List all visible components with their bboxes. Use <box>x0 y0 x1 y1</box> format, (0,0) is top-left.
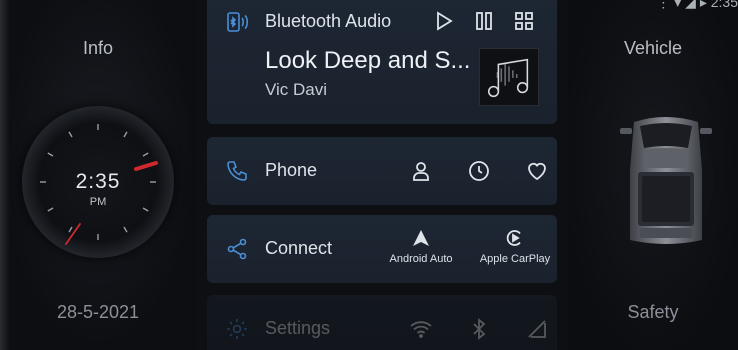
info-panel[interactable]: Info 2:35 PM 28-5-2021 <box>0 0 196 350</box>
no-signal-icon[interactable] <box>525 317 549 341</box>
status-bar: ⋮ ▾ ◢ ▸ 2:35 <box>656 0 738 10</box>
phone-title: Phone <box>265 160 318 180</box>
album-art-music-icon <box>479 48 539 106</box>
android-auto-icon <box>413 230 429 246</box>
apple-carplay-button[interactable]: Apple CarPlay <box>473 229 557 265</box>
apple-carplay-label: Apple CarPlay <box>479 253 551 265</box>
play-icon[interactable] <box>433 10 455 32</box>
song-artist: Vic Davi <box>265 80 328 99</box>
media-source-label: Bluetooth Audio <box>265 11 392 31</box>
bluetooth-icon[interactable] <box>467 317 491 341</box>
recent-calls-icon[interactable] <box>467 159 491 183</box>
settings-card[interactable]: Settings <box>207 295 557 350</box>
share-icon <box>227 238 247 260</box>
pause-icon[interactable] <box>473 10 495 32</box>
settings-title: Settings <box>265 318 331 338</box>
android-auto-label: Android Auto <box>389 253 453 265</box>
analog-clock: 2:35 PM <box>22 106 174 258</box>
favorites-icon[interactable] <box>525 159 549 183</box>
apple-carplay-icon <box>506 230 521 246</box>
phone-icon <box>227 161 247 181</box>
gear-icon <box>227 319 247 339</box>
song-title: Look Deep and S... <box>265 47 471 74</box>
phone-card[interactable]: Phone <box>207 137 557 205</box>
bluetooth-audio-icon <box>227 12 249 32</box>
vehicle-title: Vehicle <box>623 38 683 58</box>
media-card[interactable]: Bluetooth Audio Look Deep and S... Vic D… <box>207 0 557 124</box>
info-title: Info <box>82 38 114 58</box>
clock-time: 2:35 <box>75 170 121 193</box>
grid-icon[interactable] <box>513 10 535 32</box>
center-column: Bluetooth Audio Look Deep and S... Vic D… <box>196 0 568 350</box>
safety-label[interactable]: Safety <box>568 302 738 323</box>
contacts-icon[interactable] <box>409 159 433 183</box>
date-label: 28-5-2021 <box>56 302 140 322</box>
connect-title: Connect <box>265 238 333 258</box>
wifi-icon[interactable] <box>409 317 433 341</box>
vehicle-top-view-image <box>618 117 714 244</box>
android-auto-button[interactable]: Android Auto <box>379 229 463 265</box>
clock-ampm: PM <box>89 196 107 208</box>
connect-card[interactable]: Connect Android Auto Apple CarPlay <box>207 215 557 283</box>
